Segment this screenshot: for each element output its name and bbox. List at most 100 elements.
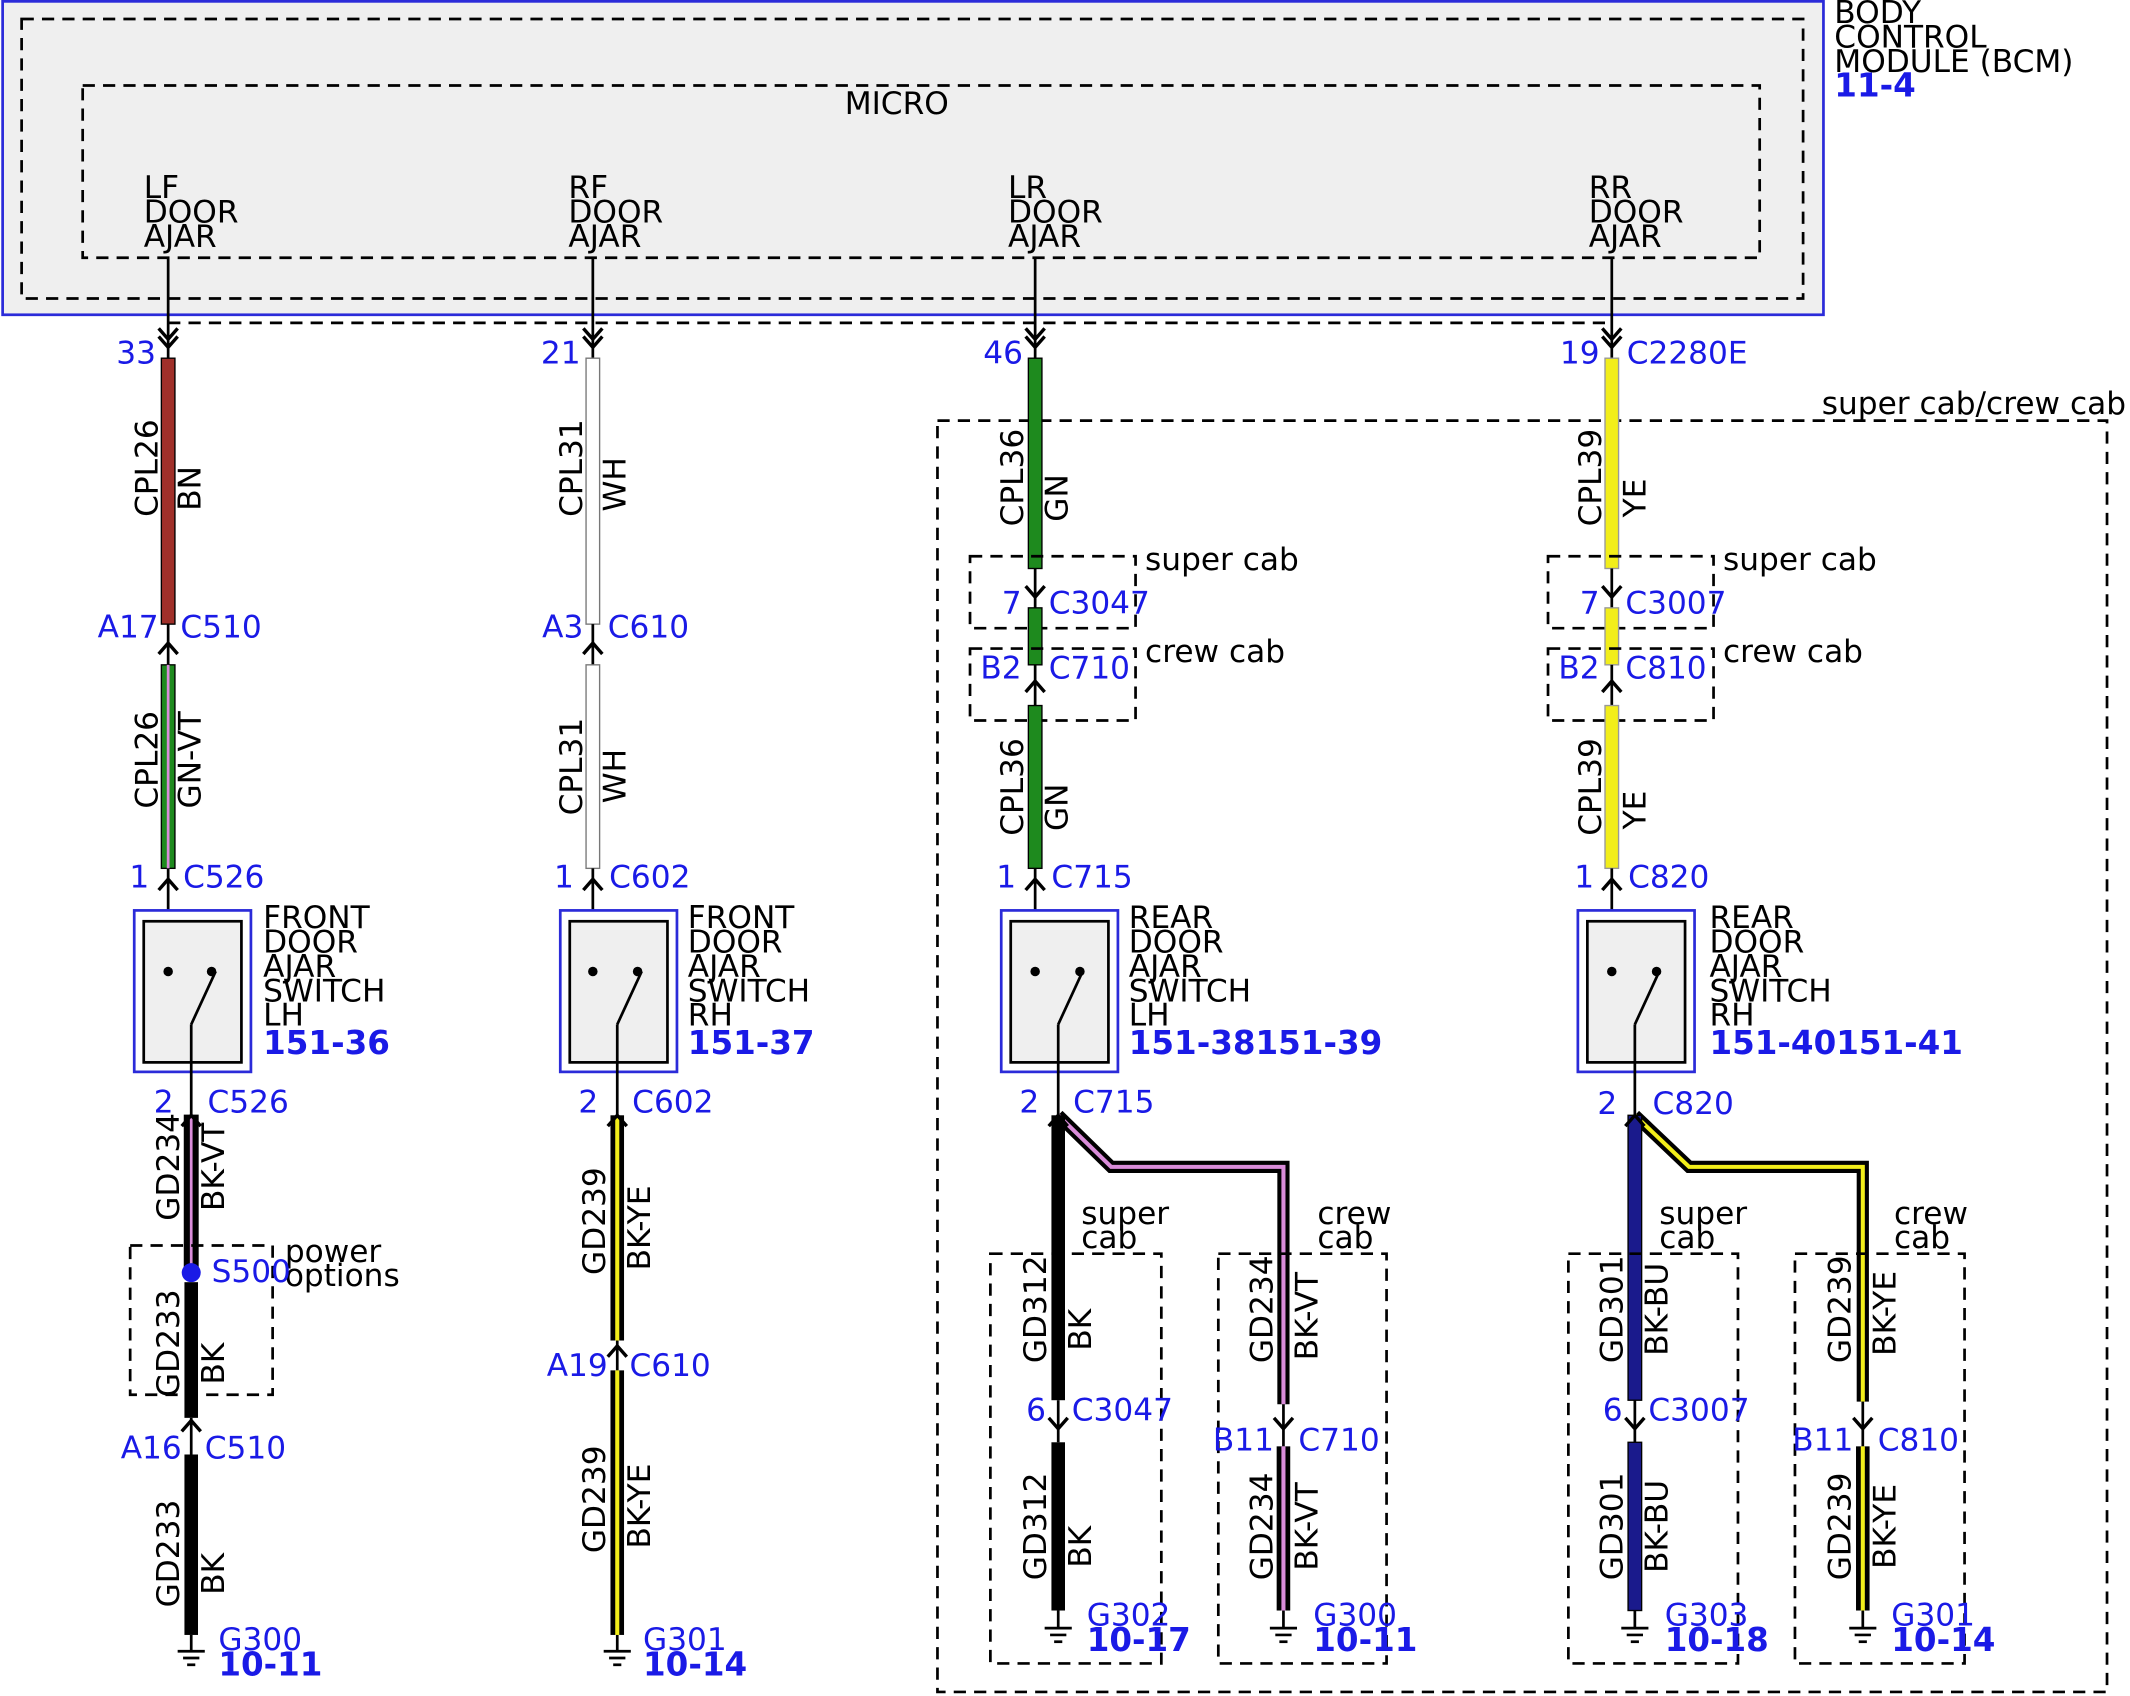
rf-door-ajar-label-3: AJAR xyxy=(568,219,641,255)
rf-ground-ref[interactable]: 10-14 xyxy=(643,1646,747,1684)
lr-crew-wire-1-circuit: GD234 xyxy=(1245,1255,1281,1363)
rf-wire-1-circuit: CPL31 xyxy=(554,419,590,517)
lr-crew-conn-pin: B11 xyxy=(1213,1422,1274,1458)
super-crew-cab-label: super cab/crew cab xyxy=(1822,386,2126,422)
lr-sw-out-pin: 2 xyxy=(1019,1085,1039,1121)
rf-wire-4-circuit: GD239 xyxy=(577,1445,613,1553)
rf-wire-2-color: WH xyxy=(597,749,633,803)
lf-wire-1-color: BN xyxy=(173,466,209,511)
lr-super-ground-ref[interactable]: 10-17 xyxy=(1087,1621,1191,1659)
lf-wire-3-circuit: GD234 xyxy=(151,1113,187,1221)
rr-switch-inner xyxy=(1586,919,1687,1064)
rf-sw-out-pin: 2 xyxy=(578,1085,598,1121)
rr-wire-1-color: YE xyxy=(1618,479,1654,519)
rr-super-wire-1-color: BK-BU xyxy=(1639,1263,1675,1356)
rr-crew-branch-label-2: cab xyxy=(1894,1220,1950,1256)
lr-bcm-pin: 46 xyxy=(983,336,1023,372)
lr-switch-contact-a xyxy=(1030,966,1040,977)
rf-wire-3-circuit: GD239 xyxy=(577,1167,613,1275)
lr-super-wire-2-color: BK xyxy=(1063,1524,1099,1567)
rr-c-super-name: C3007 xyxy=(1625,585,1726,621)
lf-wire-4-circuit: GD233 xyxy=(151,1289,187,1397)
rr-crew-ground-ref[interactable]: 10-14 xyxy=(1891,1621,1995,1659)
rr-super-ground-symbol xyxy=(1621,1626,1649,1644)
lf-c2-name: C510 xyxy=(205,1431,286,1467)
rf-c2-name: C610 xyxy=(629,1348,710,1384)
lf-door-ajar-label-3: AJAR xyxy=(144,219,217,255)
lr-wire-1-color: GN xyxy=(1040,474,1076,522)
lr-wire-mid-body xyxy=(1027,607,1043,666)
lr-wire-2-color: GN xyxy=(1040,784,1076,831)
rf-wire-2-circuit: CPL31 xyxy=(554,718,590,816)
lr-c-super-pin: 7 xyxy=(1002,585,1022,621)
lr-crew-ground-symbol xyxy=(1269,1626,1298,1644)
rr-c-crew-pin: B2 xyxy=(1558,650,1599,686)
lr-crew-branch-label-2: cab xyxy=(1317,1220,1373,1256)
rf-wire-3-color: BK-YE xyxy=(622,1185,658,1270)
lf-ground-ref[interactable]: 10-11 xyxy=(218,1646,322,1684)
rr-switch-ref[interactable]: 151-40151-41 xyxy=(1709,1024,1962,1062)
rr-bcm-pin: 19 xyxy=(1560,336,1600,372)
lf-splice-name: S500 xyxy=(212,1254,291,1290)
lf-ground-symbol xyxy=(177,1649,205,1667)
rf-bcm-pin: 21 xyxy=(541,336,581,372)
lf-sw-in-name: C526 xyxy=(183,859,264,895)
lf-wire-5-circuit: GD233 xyxy=(151,1500,187,1608)
lf-wire-1-circuit: CPL26 xyxy=(129,419,165,517)
lr-wire-2-circuit: CPL36 xyxy=(995,738,1031,836)
lr-super-wire-1-circuit: GD312 xyxy=(1018,1255,1054,1363)
lr-sw-in-pin: 1 xyxy=(996,859,1016,895)
rr-super-wire-1-circuit: GD301 xyxy=(1595,1255,1631,1363)
lr-crew-conn-name: C710 xyxy=(1298,1422,1379,1458)
lr-super-branch-label-2: cab xyxy=(1081,1220,1137,1256)
rr-super-ground-ref[interactable]: 10-18 xyxy=(1665,1621,1769,1659)
lr-wire-1-circuit: CPL36 xyxy=(995,429,1031,527)
lf-wire-5-color: BK xyxy=(196,1551,232,1594)
rf-sw-in-pin: 1 xyxy=(554,859,574,895)
rr-crew-wire-2-circuit: GD239 xyxy=(1823,1473,1859,1581)
lr-crew-wire-2-color: BK-VT xyxy=(1289,1481,1325,1570)
lf-switch-contact-a xyxy=(163,966,173,977)
rr-super-conn-pin: 6 xyxy=(1603,1393,1623,1429)
lr-crew-ground-ref[interactable]: 10-11 xyxy=(1313,1621,1417,1659)
rr-bcm-connector: C2280E xyxy=(1627,336,1748,372)
lf-switch-ref[interactable]: 151-36 xyxy=(263,1024,390,1062)
rr-door-ajar-label-3: AJAR xyxy=(1589,219,1662,255)
lr-super-ground-symbol xyxy=(1044,1626,1072,1644)
lf-sw-in-pin: 1 xyxy=(129,859,149,895)
rf-c2-pin: A19 xyxy=(547,1348,608,1384)
rr-super-cab-label: super cab xyxy=(1723,542,1877,578)
lr-sw-in-name: C715 xyxy=(1051,859,1132,895)
rr-super-branch-label-2: cab xyxy=(1659,1220,1715,1256)
lf-wire-2-color: GN-VT xyxy=(173,710,209,808)
lf-sw-out-name: C526 xyxy=(208,1085,289,1121)
rf-wire-1-color: WH xyxy=(597,457,633,511)
rr-super-wire-2-color: BK-BU xyxy=(1639,1480,1675,1573)
rr-crew-wire-1-circuit: GD239 xyxy=(1823,1255,1859,1363)
bcm-page-ref[interactable]: 11-4 xyxy=(1834,66,1915,104)
lf-bcm-pin: 33 xyxy=(116,336,156,372)
rr-c-crew-name: C810 xyxy=(1625,650,1706,686)
lf-wire-2-circuit: CPL26 xyxy=(129,711,165,809)
lr-crew-wire-2-circuit: GD234 xyxy=(1245,1473,1281,1581)
lf-wire-4-color: BK xyxy=(196,1341,232,1384)
lr-switch-ref[interactable]: 151-38151-39 xyxy=(1129,1024,1382,1062)
rf-switch-contact-a xyxy=(588,966,598,977)
rr-crew-conn-name: C810 xyxy=(1878,1422,1959,1458)
rr-crew-wire-1-color: BK-YE xyxy=(1867,1271,1903,1356)
rr-crew-conn-pin: B11 xyxy=(1792,1422,1853,1458)
lr-c-crew-pin: B2 xyxy=(980,650,1021,686)
rr-crew-ground-symbol xyxy=(1849,1626,1877,1644)
rr-wire-1-circuit: CPL39 xyxy=(1573,429,1609,527)
rr-switch-contact-a xyxy=(1607,966,1617,977)
lr-crew-cab-label: crew cab xyxy=(1145,634,1285,670)
lr-super-cab-label: super cab xyxy=(1145,542,1299,578)
rf-switch-ref[interactable]: 151-37 xyxy=(688,1024,815,1062)
lf-c1-name: C510 xyxy=(180,610,261,646)
rr-crew-cab-label: crew cab xyxy=(1723,634,1863,670)
rr-sw-out-name: C820 xyxy=(1652,1086,1733,1122)
rr-crew-wire-2-color: BK-YE xyxy=(1867,1484,1903,1569)
micro-label: MICRO xyxy=(845,86,949,122)
rr-wire-2-circuit: CPL39 xyxy=(1573,738,1609,836)
rr-sw-in-pin: 1 xyxy=(1574,859,1594,895)
